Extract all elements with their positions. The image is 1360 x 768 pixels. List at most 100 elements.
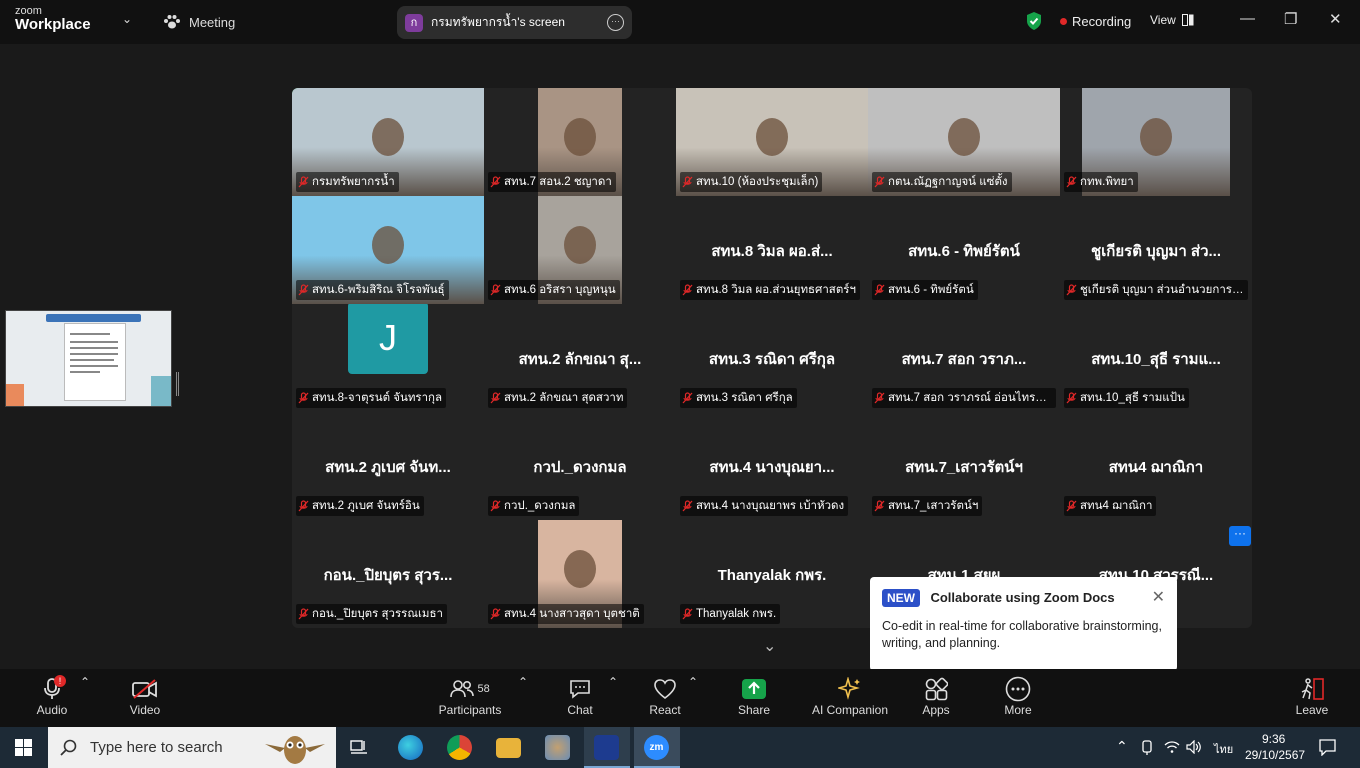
chevron-up-icon[interactable]: ⌃	[518, 675, 528, 689]
chat-icon	[570, 680, 590, 699]
webex-taskbar-item[interactable]	[584, 727, 630, 768]
tile-more-button[interactable]: ···	[1229, 526, 1251, 546]
meet-now-icon[interactable]	[1140, 740, 1154, 756]
windows-start-icon[interactable]	[15, 739, 32, 756]
participant-tile[interactable]: Thanyalak กพร. Thanyalak กพร.	[676, 520, 868, 628]
task-view-icon[interactable]	[350, 739, 368, 756]
mic-muted-icon	[490, 608, 501, 620]
gallery-grid: กรมทรัพยากรน้ำ สทน.7 สอน.2 ชญาดา สทน.10 (ห…	[292, 88, 1252, 628]
more-options-icon[interactable]: ···	[607, 14, 624, 31]
video-off-icon	[132, 679, 157, 699]
participants-label: Participants	[438, 703, 502, 717]
participant-name: กทพ.พิทยา	[1080, 176, 1134, 188]
mic-muted-icon	[490, 500, 501, 512]
doc-line	[70, 333, 110, 335]
participant-silhouette	[948, 118, 980, 156]
participant-tile[interactable]: สทน.8 วิมล ผอ.ส่... สทน.8 วิมล ผอ.ส่วนยุท…	[676, 196, 868, 304]
minimize-icon[interactable]: —	[1240, 10, 1255, 27]
meeting-menu[interactable]: Meeting	[163, 14, 235, 30]
view-label: View	[1150, 13, 1176, 27]
wifi-icon[interactable]	[1164, 740, 1180, 754]
participant-tile[interactable]: สทน.10_สุธี รามแ... สทน.10_สุธี รามแป้น	[1060, 304, 1252, 412]
participant-display-name: ชูเกียรติ บุญมา ส่ว...	[1090, 243, 1221, 260]
file-explorer-icon[interactable]	[496, 738, 521, 758]
chat-label: Chat	[567, 703, 593, 717]
shared-screen-pill[interactable]: ก กรมทรัพยากรน้ำ's screen ···	[397, 6, 632, 39]
chrome-icon[interactable]	[447, 735, 472, 760]
clock-time[interactable]: 9:36	[1262, 732, 1285, 746]
participant-tile[interactable]: สทน.4 นางบุณยา... สทน.4 นางบุณยาพร เบ้าหั…	[676, 412, 868, 520]
shared-screen-thumbnail[interactable]	[5, 310, 172, 407]
participant-tile[interactable]: สทน.6 อริสรา บุญหนุน	[484, 196, 676, 304]
restore-icon[interactable]: ❐	[1284, 10, 1297, 28]
recording-indicator[interactable]: Recording	[1060, 14, 1131, 29]
doc-line	[70, 347, 118, 349]
edge-icon[interactable]	[398, 735, 423, 760]
video-button[interactable]: Video	[126, 675, 164, 717]
more-icon	[1005, 676, 1031, 702]
zoom-logo[interactable]: zoom Workplace	[15, 6, 91, 33]
participant-tile[interactable]: J สทน.8-จาตุรนต์ จันทรากุล	[292, 304, 484, 412]
participant-name-label: สทน.8 วิมล ผอ.ส่วนยุทธศาสตร์ฯ	[680, 280, 860, 300]
audio-button[interactable]: ! Audio	[34, 675, 70, 717]
ai-companion-button[interactable]: AI Companion	[810, 675, 890, 717]
thumbnail-decoration	[151, 376, 171, 406]
chevron-up-icon[interactable]: ⌃	[688, 675, 698, 689]
participant-tile[interactable]: ชูเกียรติ บุญมา ส่ว... ชูเกียรติ บุญมา ส่…	[1060, 196, 1252, 304]
participant-tile[interactable]: สทน.7 สอก วราภ... สทน.7 สอก วราภรณ์ อ่อนไ…	[868, 304, 1060, 412]
chevron-up-icon[interactable]: ⌃	[608, 675, 618, 689]
share-button[interactable]: Share	[736, 675, 772, 717]
participant-name: สทน.8-จาตุรนต์ จันทรากุล	[312, 392, 443, 404]
shield-check-icon[interactable]	[1025, 11, 1043, 31]
zoom-docs-tooltip: NEW Collaborate using Zoom Docs ✕ Co-edi…	[870, 577, 1177, 671]
participant-tile[interactable]: สทน.2 ภูเบศ จันท... สทน.2 ภูเบศ จันทร์อิน	[292, 412, 484, 520]
chevron-down-icon[interactable]: ⌄	[122, 12, 132, 26]
participant-tile[interactable]: สทน4 ฌาณิกา สทน4 ฌาณิกา	[1060, 412, 1252, 520]
mic-muted-icon	[1066, 500, 1077, 512]
clock-date[interactable]: 29/10/2567	[1245, 748, 1305, 762]
react-button[interactable]: React	[646, 675, 684, 717]
participant-tile[interactable]: สทน.7 สอน.2 ชญาดา	[484, 88, 676, 196]
participant-tile[interactable]: สทน.6-พริมสิริณ จิโรจพันธุ์	[292, 196, 484, 304]
chevron-up-icon[interactable]: ⌃	[1116, 738, 1128, 755]
participant-tile[interactable]: กอน._ปิยบุตร สุวร... กอน._ปิยบุตร สุวรรณเ…	[292, 520, 484, 628]
zoom-taskbar-item[interactable]: zm	[634, 727, 680, 768]
more-button[interactable]: More	[1000, 675, 1036, 717]
participant-tile[interactable]: สทน.7_เสาวรัตน์ฯ สทน.7_เสาวรัตน์ฯ	[868, 412, 1060, 520]
participant-tile[interactable]: กวป._ดวงกมล กวป._ดวงกมล	[484, 412, 676, 520]
participant-tile[interactable]: กรมทรัพยากรน้ำ	[292, 88, 484, 196]
participants-button[interactable]: 58 Participants	[436, 675, 504, 717]
close-icon[interactable]: ✕	[1152, 587, 1165, 607]
participant-tile[interactable]: สทน.2 ลักขณา สุ... สทน.2 ลักขณา สุดสวาท	[484, 304, 676, 412]
close-icon[interactable]: ✕	[1329, 10, 1342, 28]
participant-tile[interactable]: สทน.6 - ทิพย์รัตน์ สทน.6 - ทิพย์รัตน์	[868, 196, 1060, 304]
mic-muted-icon	[298, 608, 309, 620]
participant-display-name: กวป._ดวงกมล	[533, 459, 627, 476]
chevron-up-icon[interactable]: ⌃	[80, 675, 90, 689]
participant-name: สทน.4 นางบุณยาพร เบ้าหัวดง	[696, 500, 845, 512]
thumbnail-header	[46, 314, 141, 322]
participant-display-name: สทน.3 รณิดา ศรีกุล	[708, 351, 836, 368]
paint-icon[interactable]	[545, 735, 570, 760]
chevron-down-icon[interactable]: ⌄	[763, 636, 776, 656]
leave-button[interactable]: Leave	[1294, 675, 1330, 717]
taskbar-search[interactable]: Type here to search	[48, 727, 336, 768]
chat-button[interactable]: Chat	[562, 675, 598, 717]
drag-handle[interactable]	[176, 372, 179, 396]
mic-muted-icon	[874, 284, 885, 296]
participant-name: สทน.6 - ทิพย์รัตน์	[888, 284, 974, 296]
participant-name-label: สทน.6 อริสรา บุญหนุน	[488, 280, 620, 300]
sparkle-icon	[838, 677, 860, 700]
participant-name-label: สทน.4 นางสาวสุดา บุตชาติ	[488, 604, 644, 624]
participant-tile[interactable]: สทน.4 นางสาวสุดา บุตชาติ	[484, 520, 676, 628]
participant-tile[interactable]: สทน.3 รณิดา ศรีกุล สทน.3 รณิดา ศรีกุล	[676, 304, 868, 412]
participant-silhouette	[564, 550, 596, 588]
participant-tile[interactable]: กทพ.พิทยา	[1060, 88, 1252, 196]
apps-button[interactable]: Apps	[918, 675, 954, 717]
participant-tile[interactable]: กตน.ณัฏฐกาญจน์ แซ่ตั้ง	[868, 88, 1060, 196]
volume-icon[interactable]	[1186, 740, 1202, 754]
view-menu[interactable]: View	[1150, 13, 1194, 27]
participant-tile[interactable]: สทน.10 (ห้องประชุมเล็ก)	[676, 88, 868, 196]
language-indicator[interactable]: ไทย	[1214, 740, 1233, 758]
notification-icon[interactable]	[1319, 739, 1336, 756]
